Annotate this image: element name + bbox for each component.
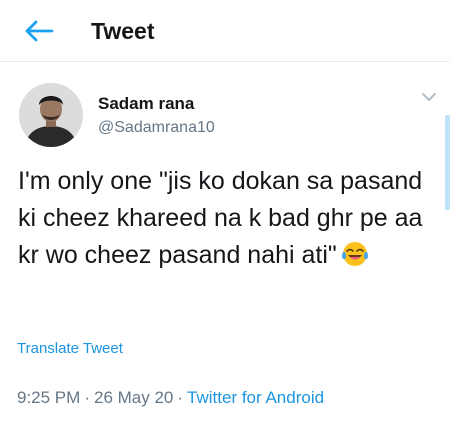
back-button[interactable] [22, 16, 56, 46]
translate-tweet-link[interactable]: Translate Tweet [17, 340, 123, 357]
tweet-body: I'm only one "jis ko dokan sa pasand ki … [18, 163, 438, 274]
separator: · [84, 388, 90, 407]
page-title: Tweet [91, 18, 155, 44]
author-handle[interactable]: @Sadamrana10 [98, 119, 215, 137]
tweet-source-link[interactable]: Twitter for Android [187, 388, 324, 407]
tweet-date: 26 May 20 [93, 388, 174, 407]
separator: · [177, 388, 184, 407]
scrollbar[interactable] [445, 115, 450, 210]
author-name[interactable]: Sadam rana [98, 94, 194, 114]
face-with-tears-of-joy-icon [341, 242, 368, 266]
chevron-down-icon[interactable] [420, 90, 438, 104]
arrow-left-icon [25, 20, 54, 42]
tweet-time: 9:25 PM [17, 388, 81, 407]
top-bar: Tweet [0, 0, 450, 62]
avatar-photo [19, 83, 83, 147]
avatar[interactable] [19, 83, 83, 147]
tweet-metadata: 9:25 PM · 26 May 20 · Twitter for Android [17, 388, 324, 408]
